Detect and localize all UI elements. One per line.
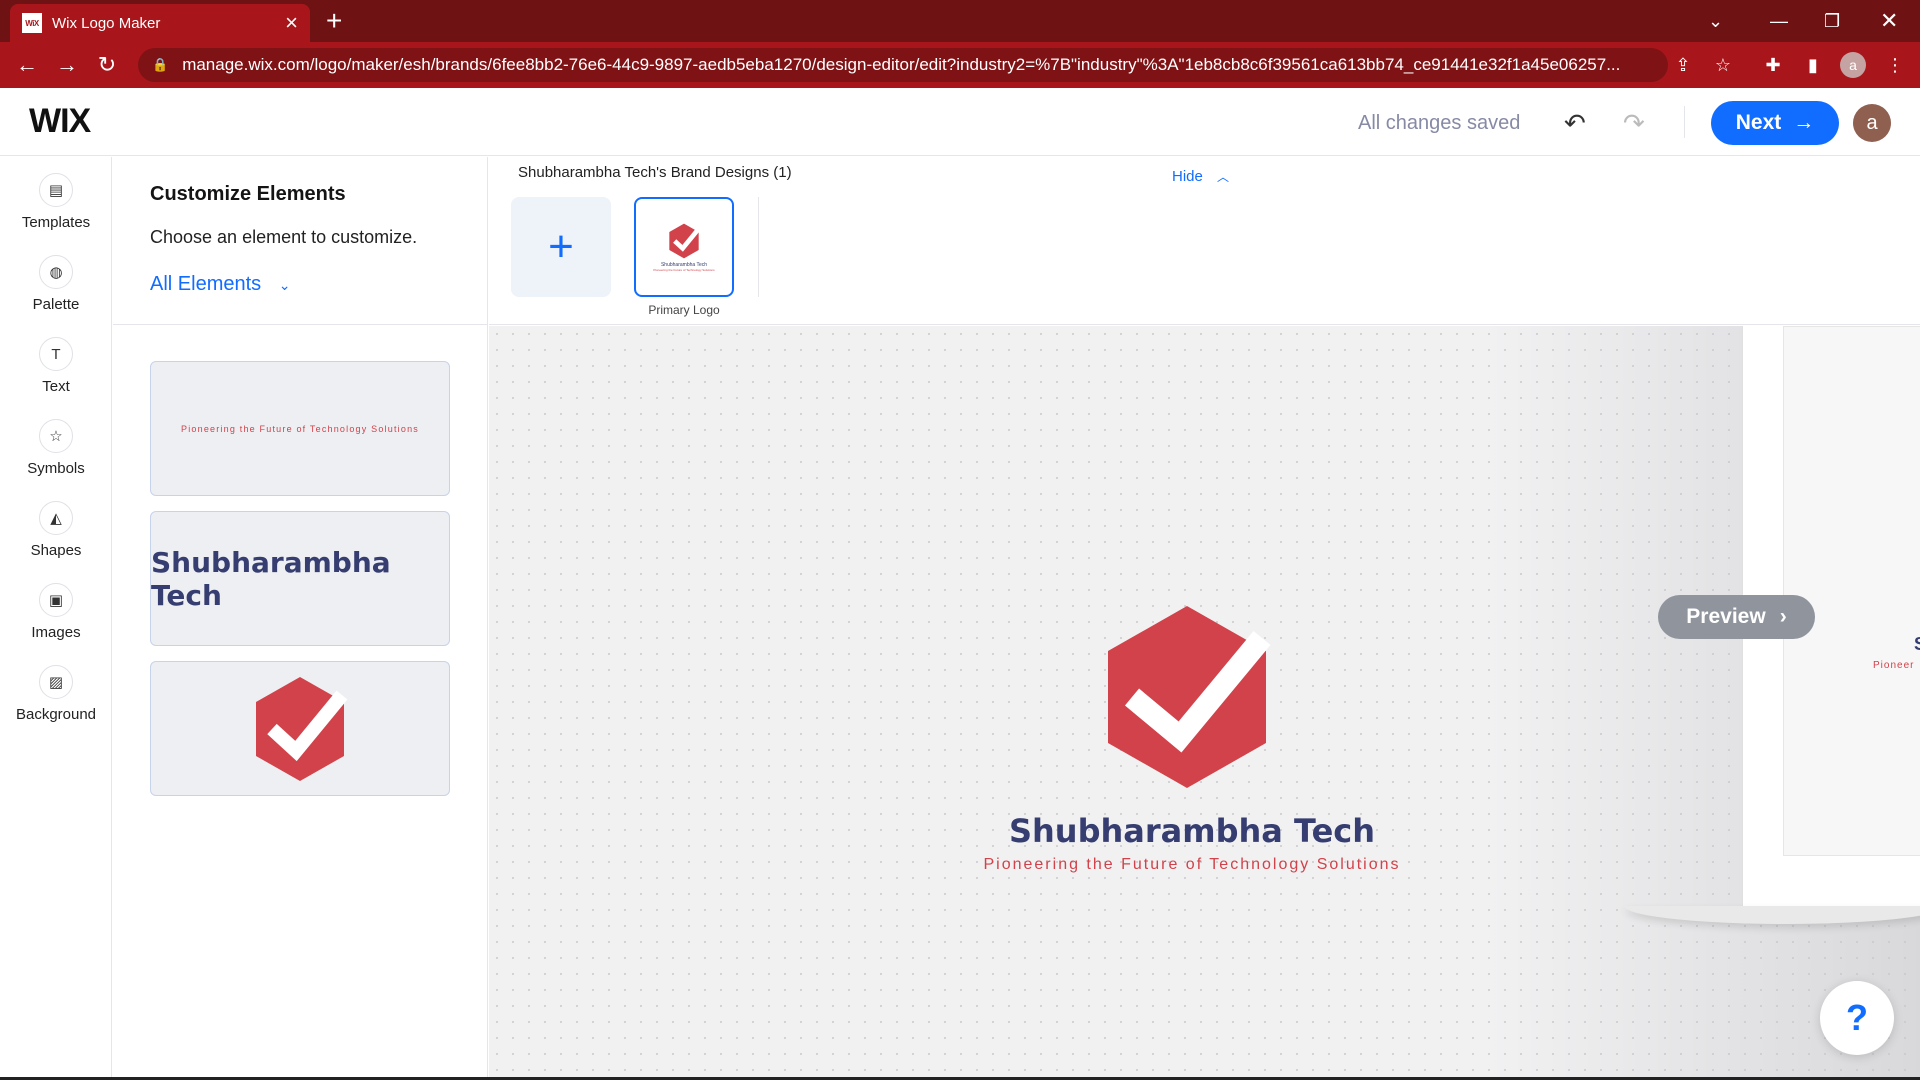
profile-avatar: a [1840,52,1866,78]
tool-rail: ▤ Templates ◍ Palette T Text ☆ Symbols ◭… [0,157,112,1080]
browser-menu-icon[interactable]: ⋮ [1880,50,1910,80]
panel-subtitle: Choose an element to customize. [150,227,418,247]
designs-title: Shubharambha Tech's Brand Designs (1) [518,164,792,181]
side-panel-icon[interactable]: ▮ [1798,50,1828,80]
add-design-button[interactable]: + [511,197,611,297]
preview-button[interactable]: Preview › [1658,595,1815,639]
browser-tab-bar: WiX Wix Logo Maker × + ⌄ — ❐ ✕ [0,0,1920,42]
close-tab-icon[interactable]: × [285,12,298,34]
next-button[interactable]: Next → [1711,101,1839,145]
tab-search-icon[interactable]: ⌄ [1708,0,1723,42]
rail-label: Shapes [30,542,82,559]
browser-tab[interactable]: WiX Wix Logo Maker × [10,4,310,42]
reload-icon[interactable]: ↻ [92,50,122,80]
app-header: WIX All changes saved ↶ ↷ Next → a [0,88,1920,156]
minimize-icon[interactable]: — [1770,0,1788,42]
redo-icon[interactable]: ↷ [1623,108,1645,139]
save-status: All changes saved [1358,112,1521,134]
images-icon: ▣ [39,583,73,617]
mockup-screen [1783,326,1920,856]
main-brand-name[interactable]: Shubharambha Tech [889,812,1495,850]
forward-icon[interactable]: → [52,50,82,80]
wix-logo[interactable]: WIX [29,102,91,141]
plus-icon: + [548,222,574,271]
panel-header: Customize Elements Choose an element to … [113,157,488,325]
bookmark-star-icon[interactable]: ☆ [1708,50,1738,80]
rail-label: Background [15,706,97,723]
rail-label: Templates [21,214,91,231]
url-text: manage.wix.com/logo/maker/esh/brands/6fe… [182,55,1621,74]
extensions-icon[interactable]: ✚ [1758,50,1788,80]
profile-button[interactable]: a [1838,50,1868,80]
chevron-up-icon: ︿ [1217,170,1230,184]
rail-label: Images [31,624,81,641]
help-icon: ? [1846,997,1868,1038]
shapes-icon: ◭ [39,501,73,535]
hide-button[interactable]: Hide ︿ [1172,168,1229,185]
help-button[interactable]: ? [1820,981,1894,1055]
thumb-tagline: Pioneering the Future of Technology Solu… [653,267,715,272]
back-icon[interactable]: ← [12,50,42,80]
rail-item-text[interactable]: T Text [0,337,112,395]
rail-item-background[interactable]: ▨ Background [0,665,112,723]
arrow-right-icon: → [1793,111,1815,134]
rail-item-palette[interactable]: ◍ Palette [0,255,112,313]
element-card-name[interactable]: Shubharambha Tech [150,511,450,646]
rail-item-templates[interactable]: ▤ Templates [0,173,112,231]
tab-title: Wix Logo Maker [52,14,161,32]
chevron-down-icon: ⌄ [278,277,291,293]
address-bar-row: ← → ↻ 🔒 manage.wix.com/logo/maker/esh/br… [0,42,1920,88]
restore-icon[interactable]: ❐ [1824,0,1840,42]
strip-divider [758,197,759,297]
rail-label: Symbols [27,460,85,477]
header-divider [1684,106,1685,138]
card-tagline-text: Pioneering the Future of Technology Solu… [181,423,419,434]
symbols-icon: ☆ [39,419,73,453]
rail-item-shapes[interactable]: ◭ Shapes [0,501,112,559]
close-window-icon[interactable]: ✕ [1880,0,1898,42]
user-avatar[interactable]: a [1853,104,1891,142]
rail-label: Palette [32,296,80,313]
share-icon[interactable]: ⇪ [1668,50,1698,80]
rail-label: Text [42,378,70,395]
wix-favicon-icon: WiX [22,13,42,33]
main-logo-symbol[interactable] [1102,602,1272,792]
thumb-label: Primary Logo [648,303,720,317]
rail-item-symbols[interactable]: ☆ Symbols [0,419,112,477]
next-label: Next [1735,111,1782,134]
chevron-right-icon: › [1779,605,1787,628]
element-card-symbol[interactable] [150,661,450,796]
text-icon: T [39,337,73,371]
thumb-logo-icon [669,223,700,258]
design-thumbnail-primary[interactable]: Shubharambha Tech Pioneering the Future … [634,197,734,297]
mockup-tagline: Pioneer [1873,660,1915,671]
design-canvas[interactable]: S Pioneer Preview › Shubharambha Tech Pi… [489,326,1920,1080]
brand-designs-strip: Shubharambha Tech's Brand Designs (1) Hi… [489,157,1920,325]
mockup-brand-letter: S [1914,634,1920,655]
logo-symbol-icon [256,676,348,781]
dropdown-value: All Elements [150,273,262,295]
undo-icon[interactable]: ↶ [1564,108,1586,139]
customize-panel: Customize Elements Choose an element to … [113,157,488,1080]
rail-item-images[interactable]: ▣ Images [0,583,112,641]
main-tagline[interactable]: Pioneering the Future of Technology Solu… [889,856,1495,874]
palette-icon: ◍ [39,255,73,289]
lock-icon: 🔒 [152,57,169,72]
background-icon: ▨ [39,665,73,699]
card-name-text: Shubharambha Tech [151,545,391,612]
templates-icon: ▤ [39,173,73,207]
hide-label: Hide [1172,168,1203,185]
url-field[interactable]: 🔒 manage.wix.com/logo/maker/esh/brands/6… [138,48,1668,82]
preview-label: Preview [1686,605,1766,628]
elements-dropdown[interactable]: All Elements ⌄ [150,273,290,296]
panel-title: Customize Elements [150,183,346,205]
new-tab-icon[interactable]: + [326,4,342,38]
element-card-tagline[interactable]: Pioneering the Future of Technology Solu… [150,361,450,496]
